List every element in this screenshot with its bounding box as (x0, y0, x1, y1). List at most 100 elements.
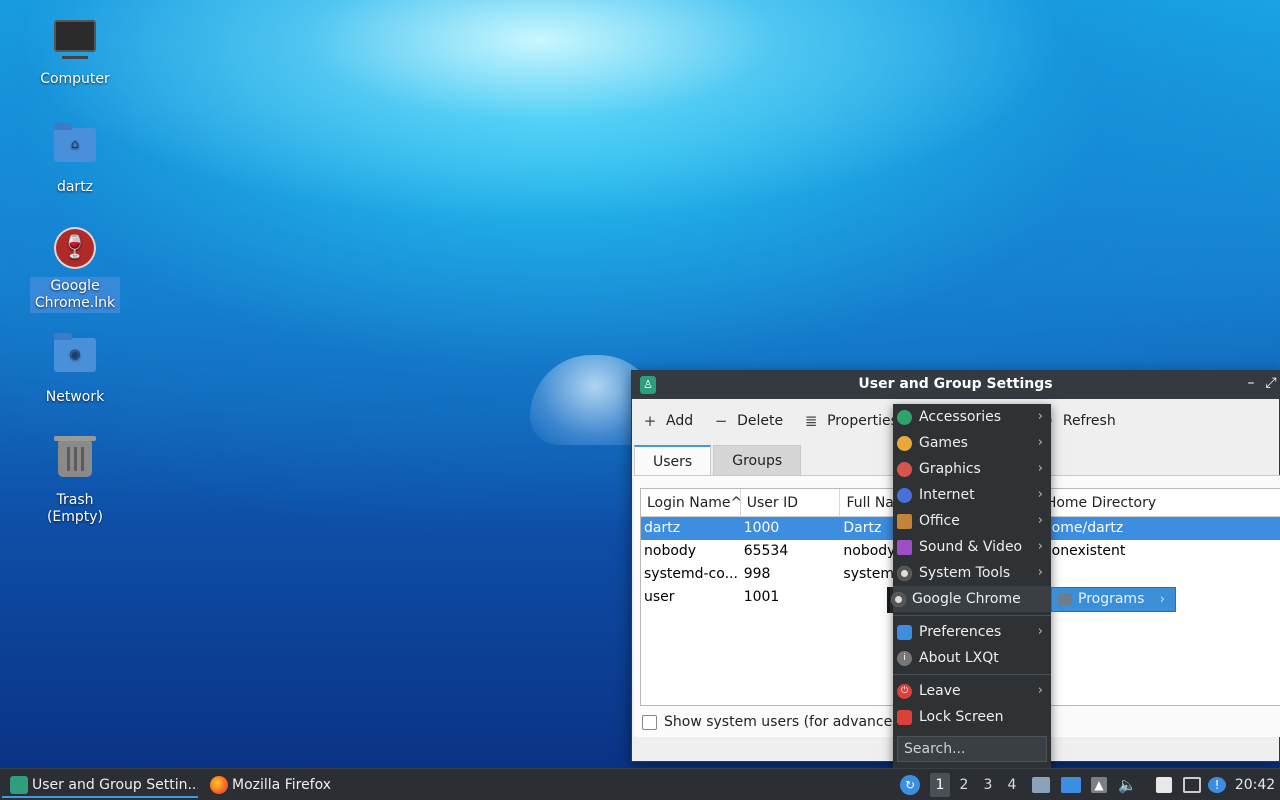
sound-video-icon (897, 540, 912, 555)
workspace-3[interactable]: 3 (978, 773, 998, 797)
menu-item-label: Games (919, 435, 968, 451)
trash-icon (53, 436, 97, 485)
workspace-2[interactable]: 2 (954, 773, 974, 797)
chevron-right-icon: › (1037, 565, 1043, 580)
refresh-label: Refresh (1062, 413, 1116, 429)
task-label: User and Group Settin... (32, 777, 198, 793)
chevron-right-icon: › (1037, 539, 1043, 554)
cell-uid: 65534 (743, 543, 789, 559)
desktop-icon-google-chrome[interactable]: 🍷 Google Chrome.lnk (30, 227, 120, 313)
firefox-icon (210, 776, 228, 794)
menu-item-label: Lock Screen (919, 709, 1004, 725)
menu-item-label: Office (919, 513, 960, 529)
desktop-icon-dartz[interactable]: ⌂ dartz (30, 120, 120, 197)
menu-item-label: Preferences (919, 624, 1002, 640)
task-label: Mozilla Firefox (232, 777, 332, 793)
user-settings-icon (10, 776, 28, 794)
desktop-icon-label: Trash (Empty) (46, 492, 104, 525)
cell-login: dartz (644, 520, 681, 536)
desktop-icon-network[interactable]: ◉ Network (30, 330, 120, 407)
desktop-icon-label: Computer (40, 71, 110, 87)
menu-item-label: Accessories (919, 409, 1002, 425)
desktop-icon-computer[interactable]: Computer (30, 14, 120, 89)
maximize-button[interactable]: ⤢ (1263, 375, 1279, 393)
clipboard-icon[interactable] (1156, 777, 1172, 793)
desktop-icon-trash[interactable]: Trash (Empty) (30, 435, 120, 527)
notification-icon[interactable]: ! (1208, 777, 1226, 793)
internet-icon (897, 488, 912, 503)
menu-item-label: System Tools (919, 565, 1011, 581)
column-user-id[interactable]: User ID (741, 489, 841, 516)
chevron-right-icon: › (1037, 435, 1043, 450)
menu-item-label: About LXQt (919, 650, 999, 666)
cell-uid: 1001 (743, 589, 780, 605)
column-label: Login Name (647, 495, 731, 511)
workspace-4[interactable]: 4 (1002, 773, 1022, 797)
show-system-users-option[interactable]: Show system users (for advanced u (642, 714, 914, 730)
desktop-icon-label: Network (45, 389, 105, 405)
taskbar: User and Group Settin... Mozilla Firefox… (0, 768, 1280, 800)
cell-uid: 1000 (743, 520, 780, 536)
chrome-link-icon: 🍷 (53, 227, 97, 271)
column-login-name[interactable]: Login Name^ (641, 489, 741, 516)
delete-button[interactable]: − Delete (713, 412, 783, 430)
menu-item-about-lxqt[interactable]: i About LXQt (893, 645, 1051, 671)
chevron-right-icon: › (1037, 409, 1043, 424)
menu-item-graphics[interactable]: Graphics › (893, 456, 1051, 482)
chevron-right-icon: › (1037, 461, 1043, 476)
accessories-icon (897, 410, 912, 425)
menu-item-office[interactable]: Office › (893, 508, 1051, 534)
menu-item-games[interactable]: Games › (893, 430, 1051, 456)
column-home-directory[interactable]: Home Directory (1040, 489, 1280, 516)
tab-users[interactable]: Users (634, 445, 712, 475)
desktop-icon[interactable] (1061, 777, 1081, 793)
menu-item-lock-screen[interactable]: Lock Screen (893, 704, 1051, 730)
menu-item-label: Sound & Video (919, 539, 1023, 555)
menu-search-input[interactable]: Search... (897, 736, 1047, 762)
task-user-group-settings[interactable]: User and Group Settin... (2, 772, 198, 798)
start-menu-button[interactable]: ↻ (900, 775, 920, 795)
menu-item-google-chrome[interactable]: Google Chrome (891, 586, 1051, 612)
cell-login: systemd-co... (644, 566, 738, 582)
sort-up-icon: ^ (731, 495, 740, 511)
lock-icon (897, 710, 912, 725)
add-label: Add (666, 413, 694, 429)
window-title: User and Group Settings (858, 376, 1053, 392)
network-icon[interactable] (1183, 777, 1201, 793)
task-mozilla-firefox[interactable]: Mozilla Firefox (202, 772, 342, 798)
eject-icon[interactable]: ▲ (1091, 777, 1107, 793)
add-button[interactable]: + Add (642, 412, 693, 430)
minimize-button[interactable]: – (1243, 375, 1259, 393)
window-titlebar[interactable]: ♙ User and Group Settings – ⤢ (632, 371, 1279, 399)
cell-login: user (644, 589, 675, 605)
programs-label: Programs (1078, 591, 1145, 607)
tab-groups[interactable]: Groups (713, 445, 802, 475)
menu-item-internet[interactable]: Internet › (893, 482, 1051, 508)
desktop-icon-label: Google Chrome.lnk (30, 277, 120, 313)
office-icon (897, 514, 912, 529)
graphics-icon (897, 462, 912, 477)
delete-label: Delete (737, 413, 784, 429)
menu-item-accessories[interactable]: Accessories › (893, 404, 1051, 430)
clock[interactable]: 20:42 (1232, 769, 1278, 800)
workspace-1[interactable]: 1 (930, 773, 950, 797)
chevron-right-icon: › (1037, 487, 1043, 502)
preferences-icon (897, 625, 912, 640)
cell-home: nonexistent (1042, 543, 1126, 559)
show-system-users-checkbox[interactable] (642, 714, 657, 730)
start-menu: Accessories › Games › Graphics › Internet › … (891, 404, 1051, 768)
chrome-icon (891, 592, 906, 607)
desktop-icon-label: dartz (56, 179, 94, 195)
programs-submenu-item[interactable]: Programs › (1051, 587, 1176, 612)
menu-item-sound-video[interactable]: Sound & Video › (893, 534, 1051, 560)
chevron-right-icon: › (1037, 624, 1043, 639)
file-manager-icon[interactable] (1032, 777, 1050, 793)
cell-home (1040, 563, 1280, 586)
folder-icon (1058, 593, 1072, 605)
volume-icon[interactable]: 🔈 (1118, 777, 1137, 793)
properties-button[interactable]: ≣ Properties (803, 412, 898, 430)
menu-item-preferences[interactable]: Preferences › (893, 619, 1051, 645)
network-folder-icon: ◉ (53, 333, 97, 382)
menu-item-system-tools[interactable]: System Tools › (893, 560, 1051, 586)
menu-item-leave[interactable]: ⏻ Leave › (893, 678, 1051, 704)
